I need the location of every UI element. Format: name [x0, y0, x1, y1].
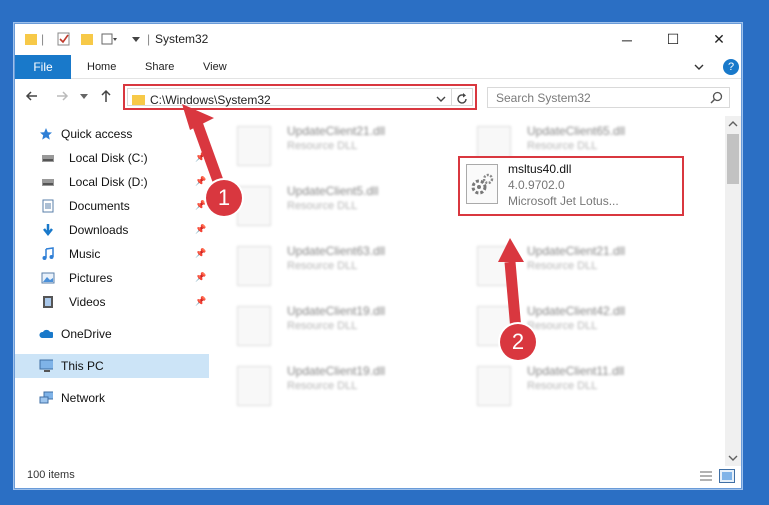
sidebar-item-local-disk-d[interactable]: Local Disk (D:) 📌: [15, 170, 209, 194]
tab-home[interactable]: Home: [87, 55, 116, 79]
sidebar-item-videos[interactable]: Videos 📌: [15, 290, 209, 314]
list-item[interactable]: UpdateClient5.dll Resource DLL: [229, 180, 459, 236]
navigation-bar: C:\Windows\System32 Search System32: [15, 80, 741, 114]
list-item[interactable]: UpdateClient21.dll Resource DLL: [469, 240, 699, 296]
tab-file[interactable]: File: [15, 55, 71, 79]
address-dropdown-icon[interactable]: [436, 94, 446, 104]
up-arrow-icon[interactable]: [99, 89, 113, 103]
details-view-icon[interactable]: [699, 470, 713, 482]
address-bar-highlight: C:\Windows\System32: [123, 84, 477, 110]
forward-arrow-icon[interactable]: [55, 89, 69, 103]
download-icon: [43, 224, 53, 237]
address-path[interactable]: C:\Windows\System32: [150, 93, 271, 107]
sidebar-item-music[interactable]: Music 📌: [15, 242, 209, 266]
list-item[interactable]: UpdateClient21.dll Resource DLL: [229, 120, 459, 176]
sidebar-item-documents[interactable]: Documents 📌: [15, 194, 209, 218]
step-1-badge: 1: [206, 180, 242, 216]
sidebar-item-quick-access[interactable]: Quick access: [15, 122, 209, 146]
folder-icon: [132, 95, 145, 105]
address-bar[interactable]: C:\Windows\System32: [127, 88, 473, 107]
pin-icon: 📌: [195, 248, 207, 258]
maximize-button[interactable]: ☐: [650, 24, 696, 55]
pin-icon: 📌: [195, 200, 207, 210]
recent-locations-icon[interactable]: [79, 89, 89, 103]
window-title: System32: [155, 32, 209, 46]
sidebar-item-onedrive[interactable]: OneDrive: [15, 322, 209, 346]
explorer-window: | | System32 ─ ☐ ✕ File Home Share View …: [14, 23, 742, 489]
sidebar-item-downloads[interactable]: Downloads 📌: [15, 218, 209, 242]
sidebar-item-this-pc[interactable]: This PC: [15, 354, 209, 378]
pin-icon: 📌: [195, 296, 207, 306]
item-count: 100 items: [27, 469, 75, 481]
folder-icon: [25, 34, 37, 45]
scroll-down-icon[interactable]: [728, 454, 738, 462]
vertical-scrollbar[interactable]: [725, 116, 741, 466]
network-icon: [39, 391, 53, 404]
list-item[interactable]: UpdateClient11.dll Resource DLL: [469, 360, 699, 416]
status-bar: 100 items: [15, 466, 741, 488]
dll-file-icon: [237, 126, 271, 166]
ribbon: File Home Share View ?: [15, 55, 741, 79]
sidebar-item-local-disk-c[interactable]: Local Disk (C:) 📌: [15, 146, 209, 170]
help-button[interactable]: ?: [723, 59, 739, 75]
scroll-thumb[interactable]: [727, 134, 739, 184]
scroll-up-icon[interactable]: [728, 120, 738, 128]
document-icon: [42, 199, 54, 213]
dll-file-icon: [237, 186, 271, 226]
drive-icon: [42, 155, 54, 162]
large-icons-view-icon[interactable]: [719, 469, 735, 483]
video-icon: [43, 296, 53, 308]
search-icon: [710, 91, 723, 104]
list-item[interactable]: UpdateClient19.dll Resource DLL: [229, 300, 459, 356]
dll-file-icon: [477, 366, 511, 406]
back-arrow-icon[interactable]: [25, 89, 39, 103]
pin-icon: 📌: [195, 272, 207, 282]
pin-icon: 📌: [195, 176, 207, 186]
list-item[interactable]: UpdateClient63.dll Resource DLL: [229, 240, 459, 296]
quick-access-toolbar-icon[interactable]: [101, 32, 117, 46]
dll-file-icon: [237, 366, 271, 406]
title-bar: | | System32 ─ ☐ ✕: [15, 24, 741, 55]
gear-icon: [471, 173, 494, 195]
dll-file-icon: [466, 164, 498, 204]
drive-icon: [42, 179, 54, 186]
file-description: Microsoft Jet Lotus...: [508, 194, 619, 208]
file-version: 4.0.9702.0: [508, 178, 565, 192]
pin-icon: 📌: [195, 224, 207, 234]
sidebar-item-pictures[interactable]: Pictures 📌: [15, 266, 209, 290]
star-icon: [40, 128, 52, 140]
list-item[interactable]: UpdateClient19.dll Resource DLL: [229, 360, 459, 416]
chevron-down-icon[interactable]: [693, 61, 705, 73]
new-folder-icon[interactable]: [81, 32, 93, 46]
refresh-icon[interactable]: [455, 92, 469, 106]
tab-share[interactable]: Share: [145, 55, 174, 79]
tab-view[interactable]: View: [203, 55, 227, 79]
search-placeholder: Search System32: [496, 91, 591, 105]
navigation-pane: Quick access Local Disk (C:) 📌 Local Dis…: [15, 116, 211, 466]
close-button[interactable]: ✕: [696, 24, 742, 55]
pin-icon: 📌: [195, 152, 207, 162]
computer-icon: [39, 359, 53, 372]
dll-file-icon: [237, 246, 271, 286]
selected-file-msltus40[interactable]: msltus40.dll 4.0.9702.0 Microsoft Jet Lo…: [458, 156, 684, 216]
sidebar-item-network[interactable]: Network: [15, 386, 209, 410]
dll-file-icon: [477, 246, 511, 286]
minimize-button[interactable]: ─: [604, 24, 650, 55]
pictures-icon: [41, 272, 55, 284]
customize-toolbar-icon[interactable]: [131, 32, 141, 46]
search-input[interactable]: Search System32: [487, 87, 730, 108]
dll-file-icon: [237, 306, 271, 346]
properties-icon[interactable]: [57, 32, 71, 46]
file-name: msltus40.dll: [508, 162, 572, 176]
step-2-badge: 2: [500, 324, 536, 360]
music-icon: [42, 247, 54, 260]
cloud-icon: [39, 329, 53, 338]
